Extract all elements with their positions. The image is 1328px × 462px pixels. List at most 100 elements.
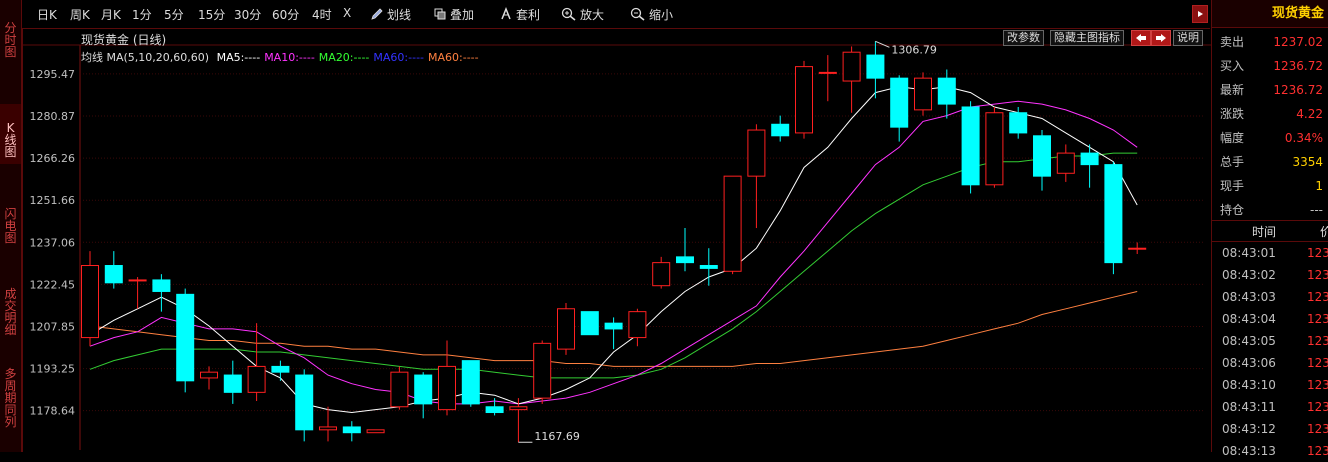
help-button[interactable]: 说明	[1173, 30, 1203, 46]
arrow-left-icon	[1136, 34, 1146, 42]
next-arrow-button[interactable]	[1151, 30, 1171, 46]
candle-body-up	[509, 406, 528, 411]
tick-header-price: 价	[1320, 225, 1328, 239]
tool-button-0[interactable]: 划线	[370, 6, 411, 23]
quote-value: ---	[1310, 203, 1323, 217]
y-tick-label: 1178.64	[30, 405, 76, 418]
instrument-name: 现货黄金	[1212, 0, 1328, 28]
tick-price: 123	[1307, 312, 1328, 326]
kline-chart-panel[interactable]: 1295.47 1280.87 1266.26 1251.66 1237.06 1222.…	[22, 29, 1211, 452]
change-params-button[interactable]: 改参数	[1003, 30, 1044, 46]
high-pointer	[875, 40, 890, 48]
tool-button-2[interactable]: 套利	[499, 6, 540, 23]
left-tab-0[interactable]: 分时图	[0, 4, 21, 64]
candle-body-up	[81, 265, 99, 339]
period-button-2[interactable]: 月K	[101, 6, 121, 23]
left-tab-1[interactable]: K线图	[0, 104, 21, 164]
candle-body-up	[247, 365, 266, 393]
period-button-7[interactable]: 60分	[272, 6, 299, 23]
tick-time: 08:43:06	[1222, 356, 1276, 370]
tick-row: 08:43:04 123	[1212, 308, 1328, 330]
tick-row: 08:43:10 123	[1212, 374, 1328, 396]
quote-value: 1237.02	[1273, 35, 1323, 49]
tick-price: 123	[1307, 356, 1328, 370]
period-button-1[interactable]: 周K	[70, 6, 90, 23]
candle-body-up	[1056, 152, 1075, 174]
quote-label: 买入	[1220, 59, 1245, 73]
high-label: 1306.79	[891, 43, 937, 56]
candle-body-down	[342, 426, 361, 434]
tick-time: 08:43:03	[1222, 290, 1276, 304]
period-button-4[interactable]: 5分	[164, 6, 184, 23]
left-tab-4[interactable]: 多周期同列	[0, 350, 21, 434]
tick-price: 123	[1307, 378, 1328, 392]
candle-body-down	[961, 106, 980, 186]
left-tab-2[interactable]: 闪电图	[0, 190, 21, 250]
period-button-6[interactable]: 30分	[234, 6, 261, 23]
toolbar-scroll-right-button[interactable]	[1192, 5, 1208, 23]
ma5-line	[89, 86, 1138, 414]
kline-chart[interactable]: 1295.47 1280.87 1266.26 1251.66 1237.06 1222.…	[23, 29, 1211, 452]
quote-value: 3354	[1292, 155, 1323, 169]
candle-body-down	[866, 54, 885, 79]
hide-indicator-button[interactable]: 隐藏主图指标	[1050, 30, 1124, 46]
tick-time: 08:43:04	[1222, 312, 1276, 326]
pencil-icon	[370, 8, 387, 22]
period-button-5[interactable]: 15分	[198, 6, 225, 23]
candle-body-down	[1080, 152, 1099, 166]
tick-time: 08:43:11	[1222, 400, 1276, 414]
candle-body-up	[533, 342, 552, 399]
tool-button-1[interactable]: 叠加	[433, 6, 474, 23]
tick-row: 08:43:13 123	[1212, 440, 1328, 462]
y-tick-label: 1251.66	[30, 194, 76, 207]
tool-label: 套利	[516, 8, 541, 22]
candle-body-up	[652, 262, 671, 287]
quote-label: 现手	[1220, 179, 1245, 193]
candle-body-down	[604, 322, 623, 330]
tick-row: 08:43:02 123	[1212, 264, 1328, 286]
ma-legend-item-1: MA10:----	[264, 51, 315, 64]
candle-body-up	[795, 66, 813, 134]
quote-panel: 现货黄金 时间 价 卖出 1237.02 买入 1236.72 最新 1236.72 涨跌 4…	[1211, 0, 1328, 458]
zoom-out-icon	[630, 7, 649, 22]
tool-button-3[interactable]: 放大	[561, 6, 604, 23]
tick-row: 08:43:12 123	[1212, 418, 1328, 440]
tool-label: 放大	[580, 8, 605, 22]
candle-body-up	[723, 175, 742, 272]
period-button-0[interactable]: 日K	[37, 6, 57, 23]
quote-label: 卖出	[1220, 35, 1245, 49]
quote-value: 1236.72	[1273, 59, 1323, 73]
tick-time: 08:43:02	[1222, 268, 1276, 282]
tick-time: 08:43:01	[1222, 246, 1276, 260]
chart-title: 现货黄金 (日线)	[81, 33, 167, 47]
tick-row: 08:43:01 123	[1212, 242, 1328, 264]
quote-label: 涨跌	[1220, 107, 1245, 121]
candle-body-down	[223, 374, 242, 393]
ma-legend-prefix: 均线 MA(5,10,20,60,60)	[81, 51, 210, 64]
tool-label: 缩小	[649, 8, 674, 22]
candle-body-up	[128, 279, 147, 282]
tick-row: 08:43:05 123	[1212, 330, 1328, 352]
quote-label: 持仓	[1220, 203, 1245, 217]
candle-body-down	[295, 374, 314, 431]
ma-legend-item-0: MA5:----	[216, 51, 261, 64]
tick-time: 08:43:05	[1222, 334, 1276, 348]
prev-arrow-button[interactable]	[1131, 30, 1151, 46]
tick-table-header: 时间 价	[1212, 220, 1328, 242]
quote-value: 0.34%	[1284, 131, 1323, 145]
candle-body-up	[390, 371, 409, 408]
tool-button-4[interactable]: 缩小	[630, 6, 673, 23]
candle-body-down	[152, 279, 171, 292]
period-button-8[interactable]: 4时	[312, 6, 332, 23]
candle-body-down	[271, 365, 290, 373]
ma-legend-item-4: MA60:----	[428, 51, 479, 64]
left-tab-3[interactable]: 成交明细	[0, 270, 21, 342]
period-button-9[interactable]: X	[343, 6, 351, 20]
quote-label: 总手	[1220, 155, 1245, 169]
candle-body-down	[937, 77, 956, 105]
period-button-3[interactable]: 1分	[132, 6, 152, 23]
quote-value: 1236.72	[1273, 83, 1323, 97]
quote-row: 最新 1236.72	[1212, 78, 1328, 102]
ma-legend: 均线 MA(5,10,20,60,60) MA5:---- MA10:---- MA…	[81, 49, 483, 65]
candle-body-up	[1128, 247, 1147, 250]
